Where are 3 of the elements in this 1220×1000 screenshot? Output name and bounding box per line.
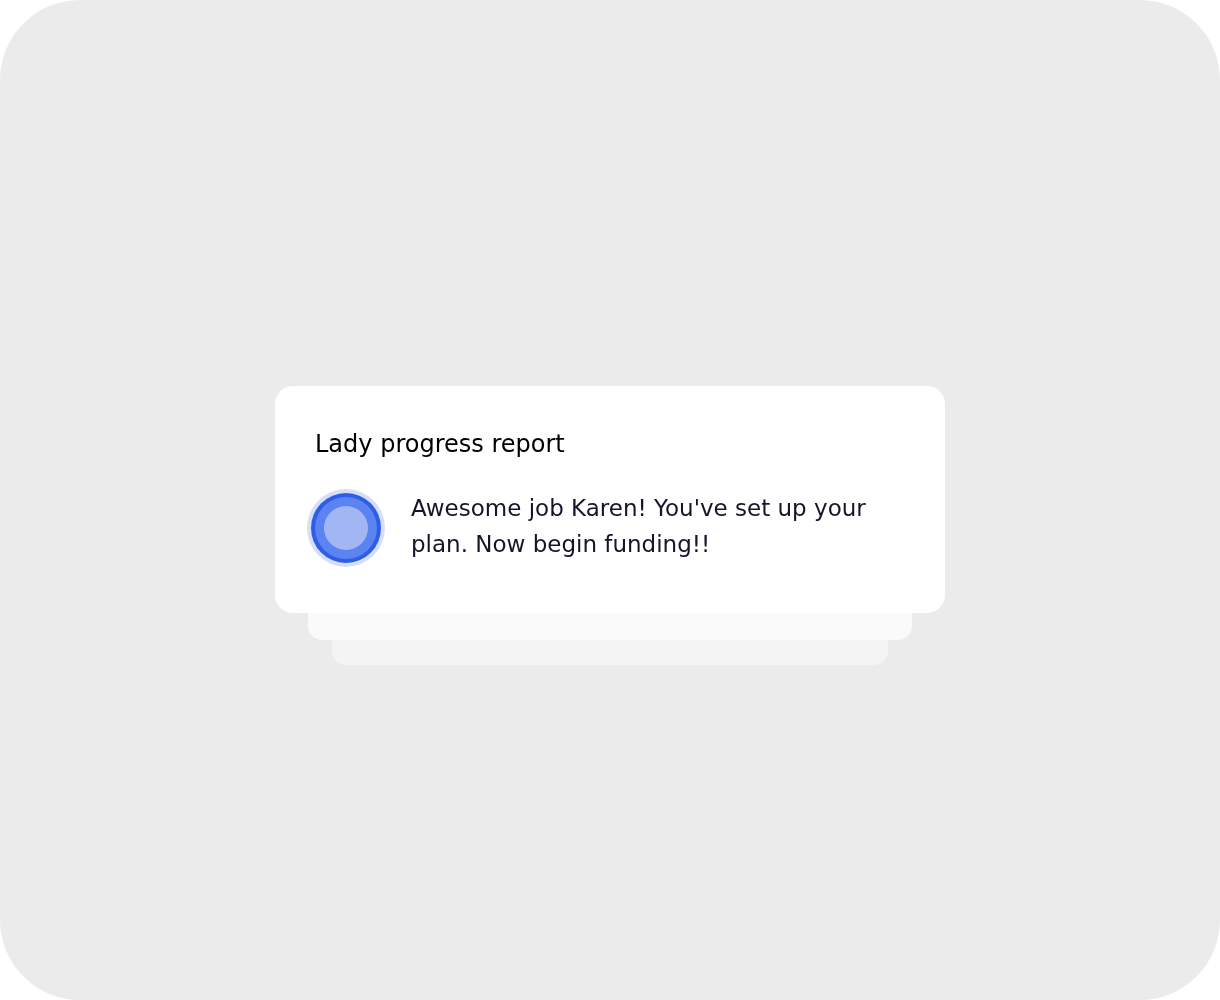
notification-title: Lady progress report <box>315 429 566 460</box>
notification-message: Awesome job Karen! You've set up your plan. Now begin funding!! <box>411 494 867 559</box>
circle-icon <box>307 489 385 567</box>
